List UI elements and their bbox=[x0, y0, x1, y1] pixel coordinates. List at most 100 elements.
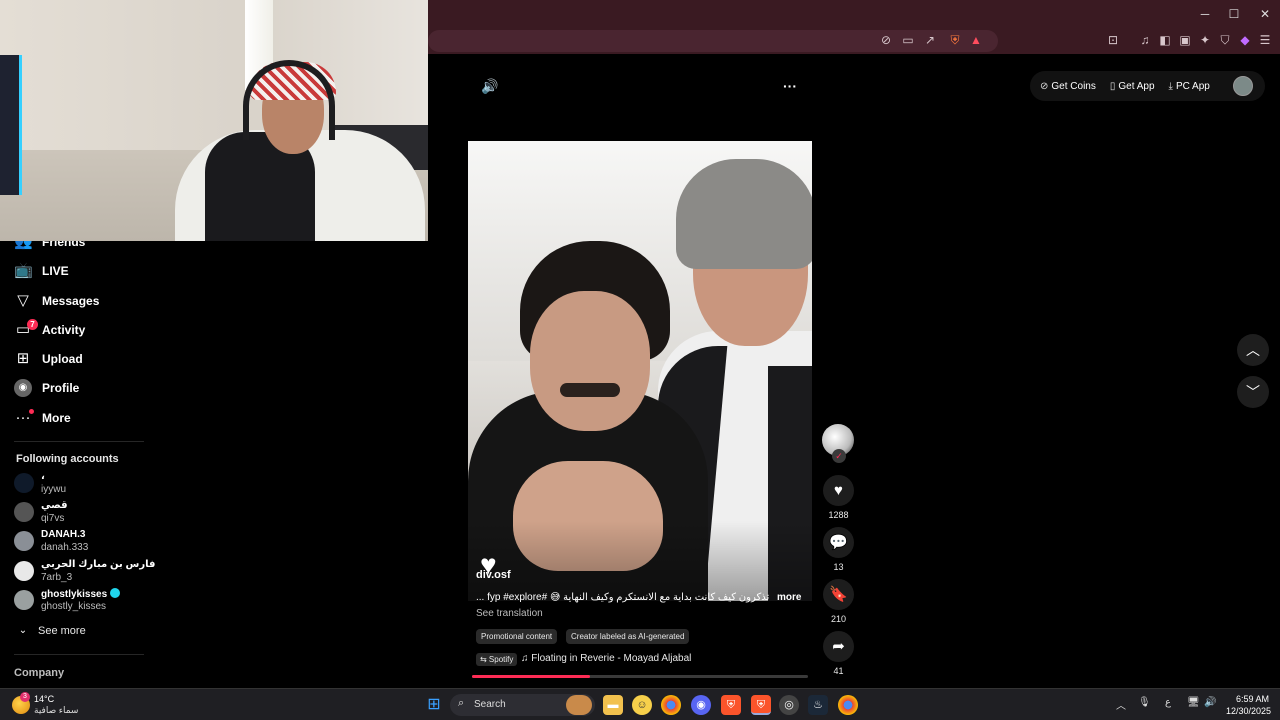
like-button[interactable]: ♥ bbox=[823, 475, 854, 506]
company-heading[interactable]: Company bbox=[14, 667, 64, 679]
tray-overflow-icon[interactable]: ︿ bbox=[1116, 697, 1126, 712]
comment-button[interactable]: 💬 bbox=[823, 527, 854, 558]
follow-check-icon[interactable]: ✓ bbox=[832, 449, 846, 463]
video-progress-bar[interactable] bbox=[472, 675, 808, 678]
steam-icon[interactable]: ♨ bbox=[808, 695, 828, 715]
account-name: قصي bbox=[41, 500, 68, 511]
sidebar-item-profile[interactable]: ◉ Profile bbox=[14, 375, 79, 401]
video-player[interactable] bbox=[468, 141, 812, 601]
get-app-button[interactable]: ▯ Get App bbox=[1110, 81, 1155, 92]
sidebar-item-upload[interactable]: ⊞ Upload bbox=[14, 346, 83, 372]
music-note-icon: ♫ bbox=[521, 653, 532, 664]
brave-active-icon[interactable]: ⛨ bbox=[751, 695, 771, 715]
avatar bbox=[14, 561, 34, 581]
see-more-label: See more bbox=[38, 625, 86, 637]
account-username: danah.333 bbox=[41, 542, 89, 553]
video-progress-fill bbox=[472, 675, 590, 678]
speaker-icon[interactable]: 🔊 bbox=[1204, 697, 1216, 708]
volume-icon[interactable]: 🔊 bbox=[480, 76, 500, 96]
see-more-button[interactable]: ⌄ See more bbox=[18, 618, 86, 644]
screenshot-icon[interactable]: ⊡ bbox=[1105, 32, 1121, 48]
sidebar-divider bbox=[14, 654, 144, 655]
profile-avatar[interactable] bbox=[1233, 76, 1253, 96]
leo-ai-icon[interactable]: ✦ bbox=[1197, 32, 1213, 48]
account-name: فارس بن مبارك الحربي bbox=[41, 559, 156, 570]
following-heading: Following accounts bbox=[16, 453, 119, 465]
activity-badge: 7 bbox=[27, 319, 38, 330]
paper-plane-icon: ▽ bbox=[17, 292, 29, 309]
extension-icon[interactable]: ◆ bbox=[1237, 32, 1253, 48]
video-caption: تذكرون كيف كانت بداية مع الانستكرم وكيف … bbox=[476, 592, 770, 603]
caption-more-button[interactable]: more bbox=[777, 592, 801, 603]
sidebar-item-more[interactable]: ··· More bbox=[14, 405, 71, 431]
search-placeholder: Search bbox=[474, 699, 506, 710]
ai-generated-tag[interactable]: Creator labeled as AI-generated bbox=[566, 629, 690, 644]
get-coins-button[interactable]: ⊘ Get Coins bbox=[1040, 81, 1096, 92]
phone-icon: ▯ bbox=[1109, 80, 1116, 92]
clock-time[interactable]: 6:59 AM bbox=[1236, 694, 1269, 704]
account-username: qi7vs bbox=[41, 513, 65, 524]
close-button[interactable]: ✕ bbox=[1250, 4, 1280, 24]
music-track[interactable]: ♫ Floating in Reverie - Moayad Aljabal bbox=[521, 653, 691, 664]
account-username: 7arb_3 bbox=[41, 572, 73, 583]
upload-plus-icon: ⊞ bbox=[16, 350, 30, 367]
sidebar-divider bbox=[14, 441, 144, 442]
brave-shield-icon[interactable]: ⛨ bbox=[947, 32, 963, 48]
sidebar-item-label: Upload bbox=[42, 352, 83, 366]
account-name: ، bbox=[41, 471, 45, 482]
avatar bbox=[14, 590, 34, 610]
windows-start-icon[interactable]: ⊞ bbox=[424, 695, 444, 715]
brave-icon[interactable]: ⛨ bbox=[721, 695, 741, 715]
emoji-app-icon[interactable]: ☺ bbox=[632, 695, 652, 715]
video-person1-mustache bbox=[560, 383, 620, 397]
video-author[interactable]: div.osf bbox=[476, 569, 511, 581]
file-explorer-icon[interactable]: ▬ bbox=[603, 695, 623, 715]
previous-video-button[interactable]: ︿ bbox=[1237, 334, 1269, 366]
share-button[interactable]: ➦ bbox=[823, 631, 854, 662]
weather-temperature[interactable]: 14°C bbox=[34, 694, 54, 704]
obs-icon[interactable]: ◎ bbox=[779, 695, 799, 715]
sidebar-icon[interactable]: ◧ bbox=[1157, 32, 1173, 48]
sidebar-item-activity[interactable]: ▭ 7 Activity bbox=[14, 317, 85, 343]
account-name: DANAH.3 bbox=[41, 529, 86, 540]
discord-icon[interactable]: ◉ bbox=[691, 695, 711, 715]
media-icon[interactable]: ♫ bbox=[1137, 32, 1153, 48]
chrome-canary-icon[interactable] bbox=[838, 695, 858, 715]
avatar bbox=[14, 473, 34, 493]
minimize-button[interactable]: ─ bbox=[1190, 4, 1220, 24]
save-button[interactable]: 🔖 bbox=[823, 579, 854, 610]
bookmark-icon: 🔖 bbox=[829, 586, 848, 603]
sidebar-item-messages[interactable]: ▽ Messages bbox=[14, 288, 99, 314]
clock-date[interactable]: 12/30/2025 bbox=[1226, 706, 1271, 716]
no-translate-icon[interactable]: ⊘ bbox=[878, 32, 894, 48]
next-video-button[interactable]: ﹀ bbox=[1237, 376, 1269, 408]
like-count: 1288 bbox=[828, 510, 849, 520]
header-actions: ⊘ Get Coins ▯ Get App ⤓ PC App bbox=[1030, 71, 1265, 101]
webcam-pc-case bbox=[0, 55, 22, 195]
menu-icon[interactable]: ☰ bbox=[1257, 32, 1273, 48]
promotional-tag[interactable]: Promotional content bbox=[476, 629, 558, 644]
sidebar-item-label: More bbox=[42, 411, 71, 425]
network-icon[interactable]: 🖥 bbox=[1187, 697, 1200, 708]
vpn-shield-icon[interactable]: ⛉ bbox=[1217, 32, 1233, 48]
language-indicator[interactable]: ع bbox=[1165, 697, 1171, 708]
search-icon: ⌕ bbox=[458, 697, 465, 709]
sidebar-item-live[interactable]: 📺 LIVE bbox=[14, 258, 69, 284]
see-translation-link[interactable]: See translation bbox=[476, 608, 543, 619]
wallet-icon[interactable]: ▣ bbox=[1177, 32, 1193, 48]
microphone-icon[interactable]: 🎙 bbox=[1138, 697, 1151, 708]
chevron-down-icon: ⌄ bbox=[18, 625, 28, 636]
maximize-button[interactable]: ☐ bbox=[1219, 4, 1249, 24]
screen: ─ ☐ ✕ ⊘ ▭ ↗ ⛨ ▲ ⊡ ♫ ◧ ▣ ✦ ⛉ ◆ ☰ 👥 Friend… bbox=[0, 0, 1280, 720]
spotify-tag[interactable]: ⇆ Spotify bbox=[476, 653, 518, 666]
sidebar-item-label: Activity bbox=[42, 323, 86, 337]
more-options-icon[interactable]: ··· bbox=[780, 76, 800, 96]
rewards-triangle-icon[interactable]: ▲ bbox=[968, 32, 984, 48]
comment-icon: 💬 bbox=[829, 534, 848, 551]
save-count: 210 bbox=[830, 614, 847, 624]
share-icon[interactable]: ↗ bbox=[922, 32, 938, 48]
pc-app-button[interactable]: ⤓ PC App bbox=[1169, 81, 1210, 92]
weather-condition: سماء صافية bbox=[34, 705, 79, 715]
chrome-icon[interactable] bbox=[661, 695, 681, 715]
cast-icon[interactable]: ▭ bbox=[900, 32, 916, 48]
